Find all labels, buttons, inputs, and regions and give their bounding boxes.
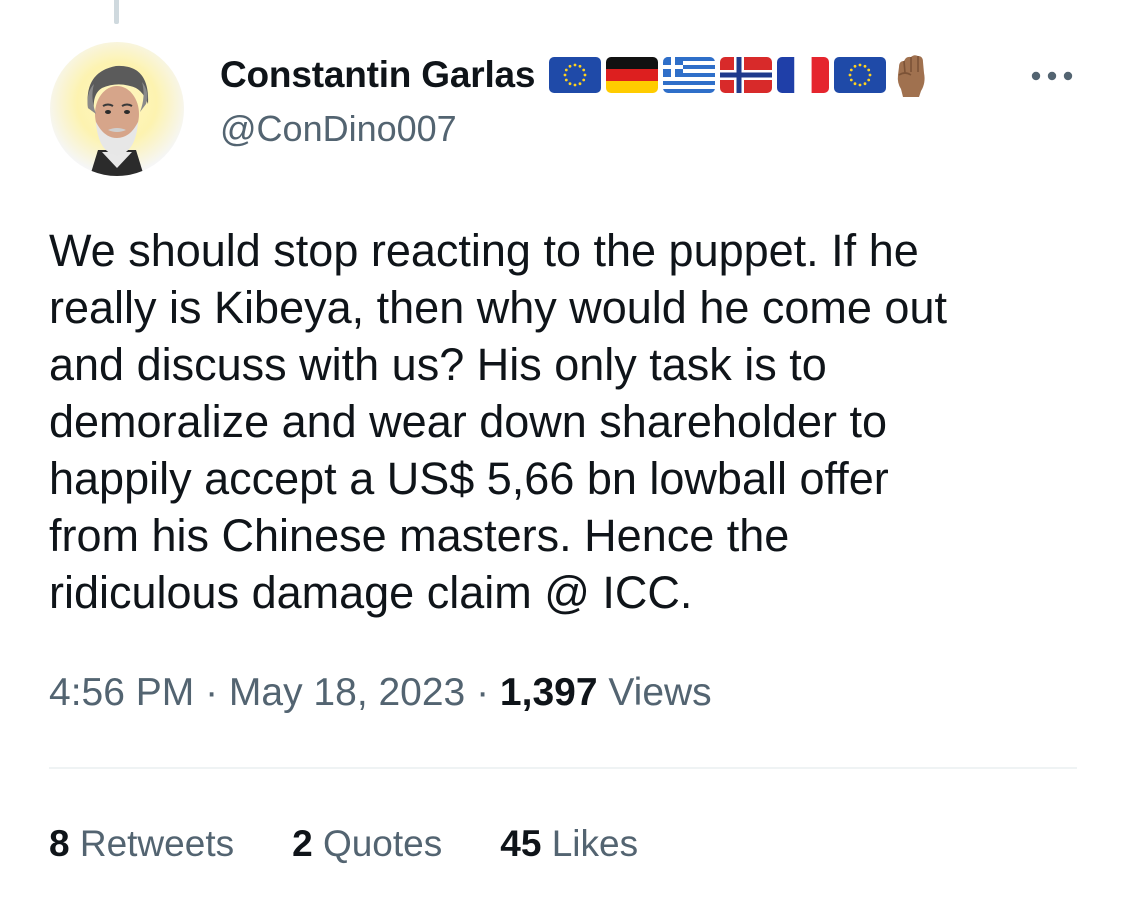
tweet-text-line: ridiculous damage claim @ ICC.	[49, 567, 693, 618]
likes-label: Likes	[551, 823, 639, 864]
quotes-count: 2	[292, 823, 323, 864]
author-name-row[interactable]: Constantin Garlas	[220, 50, 929, 100]
raised-fist-icon	[893, 53, 929, 97]
engagement-stats: 8 Retweets 2 Quotes 45 Likes	[49, 818, 638, 870]
quotes-label: Quotes	[322, 823, 443, 864]
more-options-icon	[1031, 71, 1073, 81]
meta-separator: ·	[205, 671, 229, 714]
france-flag-icon	[777, 57, 830, 93]
thread-connector-line	[114, 0, 119, 24]
author-avatar[interactable]	[50, 42, 184, 176]
tweet-text: We should stop reacting to the puppet. I…	[49, 222, 1069, 621]
greece-flag-icon	[663, 57, 716, 93]
tweet-metadata: 4:56 PM · May 18, 2023 · 1,397 Views	[49, 666, 712, 720]
retweets-label: Retweets	[79, 823, 235, 864]
norway-flag-icon	[720, 57, 773, 93]
retweets-stat[interactable]: 8 Retweets	[49, 818, 234, 870]
avatar-photo-icon	[87, 65, 149, 176]
views-label: Views	[608, 671, 712, 714]
views-count: 1,397	[499, 671, 609, 714]
quotes-stat[interactable]: 2 Quotes	[292, 818, 442, 870]
author-badges	[549, 53, 929, 97]
tweet-text-line: from his Chinese masters. Hence the	[49, 510, 790, 561]
author-display-name[interactable]: Constantin Garlas	[220, 54, 535, 96]
tweet-date[interactable]: May 18, 2023	[229, 671, 465, 714]
tweet-text-line: demoralize and wear down shareholder to	[49, 396, 887, 447]
tweet-text-line: We should stop reacting to the puppet. I…	[49, 225, 919, 276]
germany-flag-icon	[606, 57, 659, 93]
more-options-button[interactable]	[1024, 56, 1080, 96]
meta-separator: ·	[476, 671, 500, 714]
eu-flag-icon	[834, 57, 887, 93]
tweet-text-line: really is Kibeya, then why would he come…	[49, 282, 947, 333]
tweet-text-line: happily accept a US$ 5,66 bn lowball off…	[49, 453, 889, 504]
divider	[49, 767, 1077, 769]
tweet-time[interactable]: 4:56 PM	[49, 671, 194, 714]
author-handle[interactable]: @ConDino007	[220, 108, 457, 150]
eu-flag-icon	[549, 57, 602, 93]
likes-stat[interactable]: 45 Likes	[500, 818, 638, 870]
likes-count: 45	[500, 823, 552, 864]
tweet-text-line: and discuss with us? His only task is to	[49, 339, 827, 390]
retweets-count: 8	[49, 823, 80, 864]
